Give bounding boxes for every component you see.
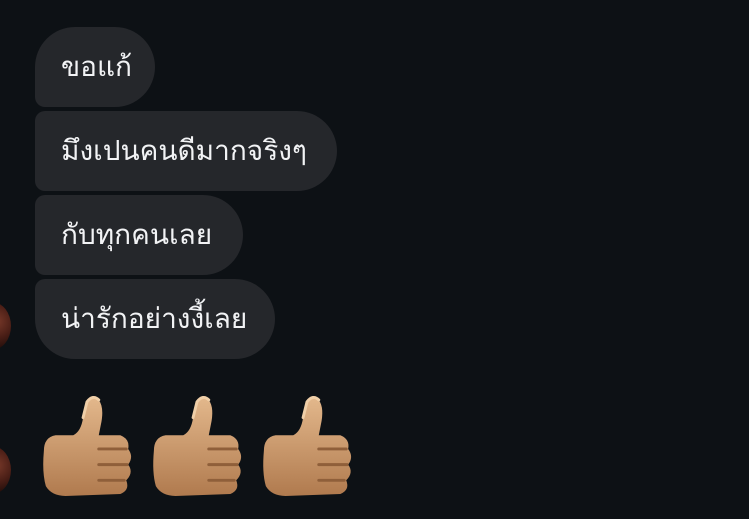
thumbs-up-icon — [43, 395, 132, 496]
message-bubble[interactable]: กับทุกคนเลย — [35, 195, 243, 275]
chat-screen: ขอแก้ มึงเปนคนดีมากจริงๆ กับทุกคนเลย น่า… — [0, 0, 749, 519]
message-bubble[interactable]: ขอแก้ — [35, 27, 155, 107]
thumbs-up-icon — [153, 395, 242, 496]
message-bubble[interactable]: มึงเปนคนดีมากจริงๆ — [35, 111, 337, 191]
message-bubble[interactable]: น่ารักอย่างงี้เลย — [35, 279, 275, 359]
thumbs-up-icon — [263, 395, 352, 496]
thumbs-up-message[interactable] — [38, 392, 356, 500]
sender-avatar[interactable] — [0, 302, 11, 350]
sender-avatar[interactable] — [0, 446, 11, 494]
